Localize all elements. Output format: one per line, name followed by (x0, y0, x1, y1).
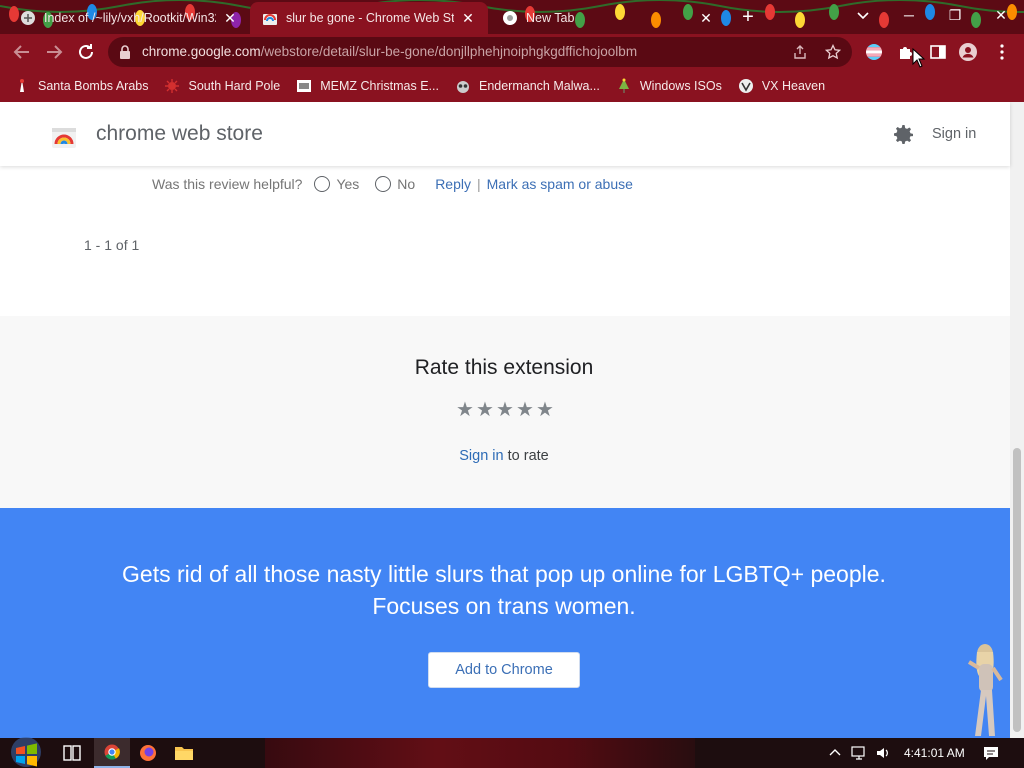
rate-sign-in-link[interactable]: Sign in (459, 448, 503, 464)
review-helpful-row: Was this review helpful? Yes No Reply | … (152, 176, 633, 192)
profile-avatar-icon[interactable] (958, 42, 978, 62)
favicon-chrome-icon (503, 11, 517, 25)
url-host: chrome.google.com (142, 44, 261, 59)
vx-icon (738, 79, 753, 93)
reply-link[interactable]: Reply (435, 176, 471, 192)
url-path: /webstore/detail/slur-be-gone/donjllpheh… (260, 44, 638, 59)
minimize-button[interactable]: ─ (886, 0, 932, 30)
new-tab-button[interactable]: + (737, 6, 759, 28)
tab-close-icon[interactable]: ✕ (698, 10, 714, 26)
star-icon[interactable]: ★ (535, 400, 555, 420)
helpful-yes-label[interactable]: Yes (336, 176, 359, 192)
url-text[interactable]: chrome.google.com/webstore/detail/slur-b… (142, 44, 637, 59)
address-bar[interactable]: chrome.google.com/webstore/detail/slur-b… (108, 37, 852, 67)
page-viewport: chrome web store Sign in Was this review… (0, 102, 1024, 738)
star-icon[interactable]: ★ (495, 400, 515, 420)
star-icon[interactable]: ★ (475, 400, 495, 420)
sign-in-link[interactable]: Sign in (932, 126, 976, 142)
helpful-no-label[interactable]: No (397, 176, 415, 192)
rate-sign-in-suffix: to rate (503, 448, 549, 464)
dancing-figure-overlay (967, 644, 1003, 736)
bookmark-memz-christmas[interactable]: MEMZ Christmas E... (296, 78, 439, 94)
scrollbar-thumb[interactable] (1013, 448, 1021, 732)
mouse-cursor-icon (912, 48, 926, 68)
bookmark-label: Windows ISOs (639, 79, 722, 93)
network-icon[interactable] (850, 744, 868, 762)
start-button-icon[interactable] (6, 732, 46, 768)
memz-icon (297, 80, 312, 92)
browser-toolbar: chrome.google.com/webstore/detail/slur-b… (0, 34, 1024, 70)
bookmark-label: Santa Bombs Arabs (38, 79, 149, 93)
virus-icon (165, 79, 180, 93)
task-view-icon[interactable] (54, 738, 90, 768)
bookmark-star-icon[interactable] (825, 44, 841, 60)
tab-close-icon[interactable]: ✕ (222, 10, 238, 26)
windows-taskbar: 4:41:01 AM (0, 737, 1024, 768)
restore-button[interactable]: ❐ (932, 0, 978, 30)
taskbar-clock[interactable]: 4:41:01 AM (904, 746, 965, 760)
helpful-question: Was this review helpful? (152, 176, 303, 192)
raccoon-icon (456, 81, 469, 93)
page-scrollbar[interactable] (1010, 102, 1024, 738)
star-rating[interactable]: ★ ★ ★ ★ ★ (455, 400, 555, 420)
file-explorer-icon[interactable] (166, 738, 202, 768)
tab-new-tab[interactable]: New Tab ✕ (490, 2, 726, 34)
bookmark-label: VX Heaven (761, 79, 826, 93)
promo-description: Gets rid of all those nasty little slurs… (122, 561, 886, 619)
firefox-taskbar-icon[interactable] (130, 738, 166, 768)
webstore-logo-icon[interactable] (50, 122, 78, 150)
webstore-header: chrome web store Sign in (0, 102, 1010, 166)
webstore-title[interactable]: chrome web store (96, 122, 263, 146)
favicon-webstore-icon (263, 14, 277, 25)
reload-icon[interactable] (74, 40, 98, 64)
tab-title: Index of /~lily/vxh/Rootkit/Win32 (44, 11, 216, 25)
promo-banner: Gets rid of all those nasty little slurs… (0, 508, 1010, 738)
rate-title: Rate this extension (414, 356, 594, 379)
add-to-chrome-button[interactable]: Add to Chrome (428, 652, 580, 688)
tab-search-chevron-icon[interactable] (852, 4, 874, 26)
share-icon[interactable] (792, 44, 808, 60)
chrome-taskbar-icon[interactable] (94, 738, 130, 768)
close-window-button[interactable]: ✕ (978, 0, 1024, 30)
rate-sign-in-prompt: Sign in to rate (0, 448, 1008, 464)
tab-strip: Index of /~lily/vxh/Rootkit/Win32 ✕ slur… (0, 0, 1024, 34)
bookmark-windows-isos[interactable]: Windows ISOs (616, 78, 722, 94)
forward-arrow-icon[interactable] (42, 40, 66, 64)
tree-icon (618, 78, 629, 93)
bookmark-endermanch-malware[interactable]: Endermanch Malwa... (455, 78, 600, 94)
star-icon[interactable]: ★ (515, 400, 535, 420)
bookmarks-bar: Santa Bombs Arabs South Hard Pole MEMZ C… (0, 70, 1024, 102)
bookmark-santa-bombs-arabs[interactable]: Santa Bombs Arabs (14, 78, 148, 94)
tab-title: New Tab (526, 11, 575, 25)
kebab-menu-icon[interactable] (992, 42, 1012, 62)
tray-chevron-up-icon[interactable] (826, 744, 844, 762)
bookmark-label: South Hard Pole (188, 79, 281, 93)
rate-extension-section: Rate this extension ★ ★ ★ ★ ★ Sign in to… (0, 316, 1010, 508)
tab-index-rootkit[interactable]: Index of /~lily/vxh/Rootkit/Win32 ✕ (8, 2, 250, 34)
side-panel-icon[interactable] (928, 42, 948, 62)
taskbar-background-art (265, 738, 695, 768)
lock-icon[interactable] (119, 45, 131, 59)
trans-flag-extension-icon[interactable] (864, 42, 884, 62)
favicon-server-icon (21, 11, 35, 25)
helpful-no-radio[interactable] (375, 176, 392, 192)
star-icon[interactable]: ★ (455, 400, 475, 420)
bookmark-vx-heaven[interactable]: VX Heaven (738, 78, 825, 94)
gear-icon[interactable] (892, 123, 916, 147)
review-pagination: 1 - 1 of 1 (84, 237, 140, 253)
helpful-yes-radio[interactable] (314, 176, 331, 192)
link-separator: | (476, 176, 481, 192)
volume-icon[interactable] (874, 744, 892, 762)
bookmark-label: MEMZ Christmas E... (320, 79, 439, 93)
mark-spam-link[interactable]: Mark as spam or abuse (487, 176, 633, 192)
tab-slur-be-gone[interactable]: slur be gone - Chrome Web Store ✕ (250, 2, 488, 34)
tab-title: slur be gone - Chrome Web Store (286, 11, 454, 25)
tab-close-icon[interactable]: ✕ (460, 10, 476, 26)
notifications-icon[interactable] (982, 744, 1000, 762)
bookmark-south-hard-pole[interactable]: South Hard Pole (164, 78, 280, 94)
bookmark-label: Endermanch Malwa... (478, 79, 600, 93)
back-arrow-icon[interactable] (10, 40, 34, 64)
santa-icon (20, 79, 24, 92)
